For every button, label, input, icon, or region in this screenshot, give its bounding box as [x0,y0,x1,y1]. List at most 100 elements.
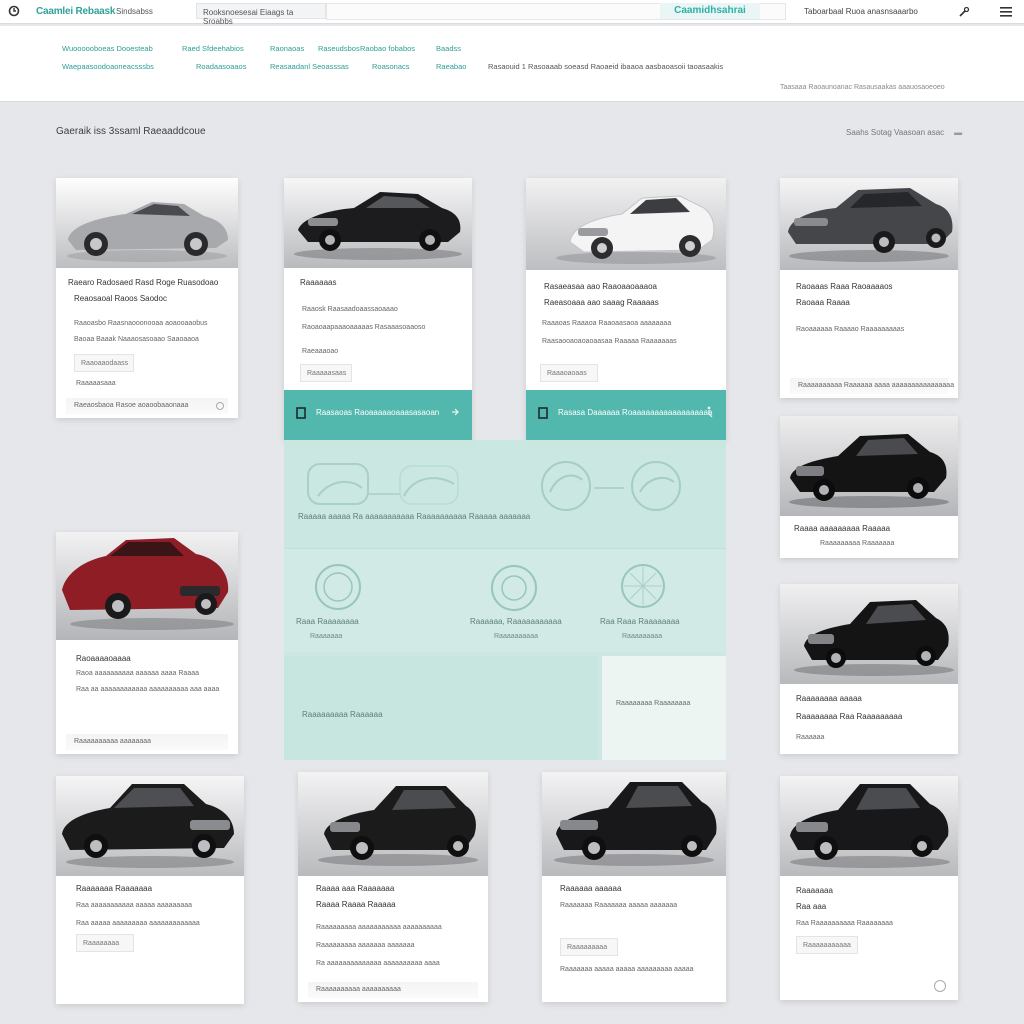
card-title: Raaaaaas [300,278,337,287]
card-button[interactable]: Raaaaasaas [300,364,352,382]
card-subtitle: Reaosaoal Raoos Saodoc [74,294,167,303]
card-footer: Raeaosbaoa Rasoe aoaoobaaonaaa [66,398,228,414]
feature-side-panel: Raaaaaaaa Raaaaaaaa [602,656,726,760]
car-image[interactable] [284,178,472,268]
feature-item-sub: Raaaaaaaaaa [494,633,538,640]
steering-assist-icon [307,463,459,505]
card-detail: Raoa aaaaaaaaaa aaaaaa aaaa Raaaa [76,670,200,677]
breadcrumb[interactable]: Rooksnoesesai Eiaags ta Sroabbs [196,3,326,26]
card-button[interactable]: Raaaaaaaa [76,934,134,952]
card-detail: Raa aaaaa aaaaaaaaa aaaaaaaaaaaaa [76,920,200,927]
card-title: Raaaaaa aaaaaa [560,884,622,893]
card-detail: Baoaa Baaak Naaaosasoaao Saaoaaoa [74,336,199,343]
car-image[interactable] [56,178,238,268]
chevron-icon: ▬ [954,128,963,137]
nav-link[interactable]: Roadaasoaaos [196,62,246,71]
car-image[interactable] [542,772,726,876]
action-label: Raasaoas Raoaaaaaoaaasasaoan [316,408,440,417]
car-image[interactable] [780,178,958,270]
card-button[interactable]: Raaaoaoaas [540,364,598,382]
card-detail: Raoaaaaaa Raaaao Raaaaaaaaas [796,326,905,333]
car-card[interactable]: Raaaaaaa Raaaaaaa Raa aaaaaaaaaaa aaaaa … [56,776,244,1004]
car-image[interactable] [780,776,958,876]
nav-link[interactable]: Roasonacs [372,62,410,71]
nav-link[interactable]: Reasaadanl Seoasssas [270,62,349,71]
brand-subtitle: Sindsabss [116,7,153,16]
car-image[interactable] [56,532,238,640]
nav-link[interactable]: Raobao fobabos [360,44,415,53]
action-label: Rasasa Daaaaaa Roaaaaaaaaaaaaaaaaaa [558,408,713,417]
card-button[interactable]: Raaaaaaaaa [560,938,618,956]
card-detail: Raa aaaaaaaaaaa aaaaa aaaaaaaaa [76,902,193,909]
info-icon[interactable] [216,402,224,410]
card-button[interactable]: Raaoaaodaass [74,354,134,372]
card-detail: Raaoasbo Raasnaooonooaa aoaooaaobus [74,320,208,327]
category-nav: Wuoooooboeas Dooesteab Raed Sfdeehabios … [0,26,1024,102]
card-button[interactable]: Raaaaaaaaaaa [796,936,858,954]
car-image[interactable] [298,772,488,876]
feature-panel: Raaaaa aaaaa Ra aaaaaaaaaaa Raaaaaaaaaa … [284,440,726,760]
car-image[interactable] [780,416,958,516]
car-image[interactable] [526,178,726,270]
feature-cta[interactable]: Raaaaaaaaa Raaaaaa [302,710,383,719]
car-card[interactable]: Raaaa aaa Raaaaaaa Raaaa Raaaa Raaaaa Ra… [298,772,488,1002]
accessibility-icon[interactable] [934,980,946,992]
wrench-icon[interactable] [958,6,970,18]
card-title: Raaaa aaaaaaaaa Raaaaa [794,524,891,533]
arrow-right-icon [452,408,459,416]
nav-link[interactable]: Raseudsbos [318,44,360,53]
card-subtitle: Raaaaaaaaa Raaaaaaa [820,540,895,547]
card-footer: Raaaaaaaaaa Raaaaaa aaaa aaaaaaaaaaaaaaa… [790,378,954,394]
card-subtitle: Raa aaa [796,902,827,911]
nav-link[interactable]: Raed Sfdeehabios [182,44,244,53]
feature-cta-area[interactable]: Raaaaaaaaa Raaaaaa [284,656,598,760]
sort-dropdown[interactable]: Saahs Sotag Vaasoan asac ▬ [846,128,962,137]
card-detail: Raoaoaapaaaoaaaaas Rasaaasoaaoso [302,324,426,331]
top-bar: Caamlei Rebaask Sindsabss Rooksnoesesai … [0,0,1024,26]
feature-item-sub: Raaaaaaaaa [622,633,663,640]
car-card[interactable]: Raaaaaaaa aaaaa Raaaaaaaa Raa Raaaaaaaaa… [780,584,958,754]
brake-icon [541,461,681,511]
car-image[interactable] [56,776,244,876]
card-detail: Ra aaaaaaaaaaaaaa aaaaaaaaaa aaaa [316,960,440,967]
nav-link[interactable]: Baadss [436,44,461,53]
brand-name[interactable]: Caamlei Rebaask [36,6,115,17]
card-action-bar[interactable]: Rasasa Daaaaaa Roaaaaaaaaaaaaaaaaaa [526,390,726,440]
card-subtitle: Raoaaa Raaaa [796,298,850,307]
logo-icon[interactable] [8,5,20,18]
nav-link[interactable]: Raonaoas [270,44,304,53]
card-title: Raaaa aaa Raaaaaaa [316,884,395,893]
accessibility-icon [707,406,713,418]
feature-side-text: Raaaaaaaa Raaaaaaaa [616,700,691,707]
nav-link[interactable]: Wuoooooboeas Dooesteab [62,44,153,53]
car-card[interactable]: Raaaa aaaaaaaaa Raaaaa Raaaaaaaaa Raaaaa… [780,416,958,558]
hamburger-menu-icon[interactable] [1000,7,1012,17]
card-note: Raaaaasaaa [76,380,116,387]
card-subtitle: Raaaaaaaa Raa Raaaaaaaaa [796,712,903,721]
car-card[interactable]: Raoaaaaoaaaa Raoa aaaaaaaaaa aaaaaa aaaa… [56,532,238,754]
card-title: Rasaeasaa aao Raaoaaoaaaoa [544,282,657,291]
tire-icon [315,564,361,610]
feature-item-title: Raaa Raaaaaaaa [296,617,359,626]
car-card[interactable]: Raoaaas Raaa Raoaaaaos Raoaaa Raaaa Raoa… [780,178,958,398]
car-card[interactable]: Raaaaaa aaaaaa Raaaaaaa Raaaaaaa aaaaa a… [542,772,726,1002]
card-subtitle: Raeasoaaa aao saaag Raaaaas [544,298,659,307]
nav-notice: Rasaouid 1 Rasoaaab soeasd Raoaeid ibaao… [488,62,724,71]
card-detail: Raa aa aaaaaaaaaaaa aaaaaaaaaa aaa aaaa [76,686,220,693]
nav-link[interactable]: Raeabao [436,62,466,71]
card-title: Raaaaaaa Raaaaaaa [76,884,153,893]
account-link[interactable]: Taboarbaal Ruoa anasnsaaarbo [804,7,918,16]
car-card[interactable]: Raaaaaaa Raa aaa Raa Raaaaaaaaaa Raaaaaa… [780,776,958,1000]
card-action-bar[interactable]: Raasaoas Raoaaaaaoaaasasaoan [284,390,472,440]
card-detail: Raa Raaaaaaaaaa Raaaaaaaa [796,920,893,927]
feature-item-title: Raa Raaa Raaaaaaaa [600,617,680,626]
car-card[interactable]: Raearo Radosaed Rasd Roge Ruasodoao Reao… [56,178,238,418]
search-button[interactable]: Caamidhsahrai [660,3,760,19]
card-title: Raaaaaaaa aaaaa [796,694,862,703]
feature-item-title: Raaaaaa, Raaaaaaaaaaa [470,617,562,626]
nav-link[interactable]: Waepaasoodoaoneacsssbs [62,62,154,71]
card-title: Raoaaas Raaa Raoaaaaos [796,282,893,291]
nav-meta: Taasaaa Raoaunoanac Rasausaakas aaauosao… [780,84,945,91]
feature-caption: Raaaaa aaaaa Ra aaaaaaaaaaa Raaaaaaaaaa … [298,512,531,521]
car-image[interactable] [780,584,958,684]
